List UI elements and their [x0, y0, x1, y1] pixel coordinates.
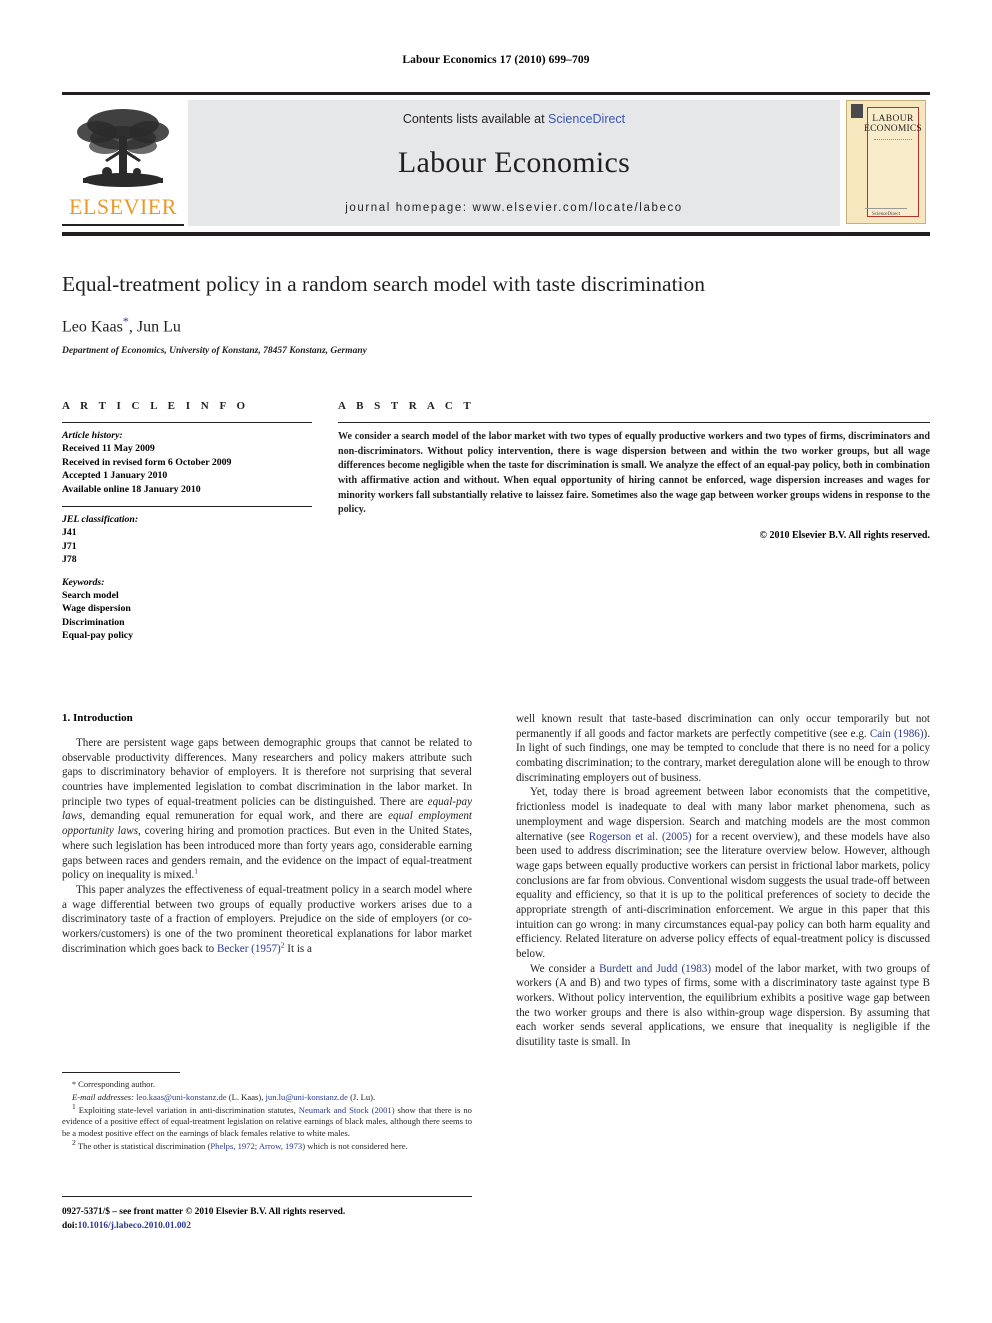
cover-footer-rule — [864, 208, 908, 209]
email-label: E-mail addresses: — [72, 1091, 134, 1102]
paragraph: Yet, today there is broad agreement betw… — [516, 785, 930, 961]
article-history-item: Available online 18 January 2010 — [62, 483, 201, 495]
paragraph-text: model of the labor market, with two grou… — [516, 962, 930, 1049]
paragraph-text: We consider a — [530, 962, 600, 975]
footnote-ref-1[interactable]: 1 — [194, 867, 198, 876]
paper-page: Labour Economics 17 (2010) 699–709 ELSEV… — [0, 0, 992, 1323]
body-column-right: well known result that taste-based discr… — [516, 712, 930, 1050]
author-list: Leo Kaas*, Jun Lu — [62, 314, 930, 336]
footnote-marker: 1 — [72, 1101, 76, 1111]
doi-link[interactable]: 10.1016/j.labeco.2010.01.002 — [78, 1221, 191, 1231]
paragraph: This paper analyzes the effectiveness of… — [62, 883, 472, 956]
journal-cover-thumbnail: LABOUR ECONOMICS ScienceDirect — [846, 100, 930, 226]
banner-bottom-rule — [62, 232, 930, 236]
elsevier-tree-icon — [71, 102, 175, 190]
paragraph-text: for a recent overview), and these models… — [516, 830, 930, 961]
footnote-2: 2 The other is statistical discriminatio… — [62, 1137, 472, 1153]
citation-link-burdett-judd-1983[interactable]: Burdett and Judd (1983) — [599, 963, 711, 975]
author-1: Leo Kaas — [62, 318, 123, 336]
keyword-item: Equal-pay policy — [62, 630, 134, 642]
email-link-kaas[interactable]: leo.kaas@uni-konstanz.de — [136, 1092, 226, 1102]
footnote-emails: E-mail addresses: leo.kaas@uni-konstanz.… — [62, 1092, 472, 1104]
article-history-item: Received 11 May 2009 — [62, 443, 155, 454]
jel-code: J41 — [62, 527, 77, 539]
banner-top-rule — [62, 92, 930, 95]
contents-available-line: Contents lists available at ScienceDirec… — [403, 112, 625, 126]
keywords-label: Keywords: — [62, 576, 105, 588]
abstract-block: A B S T R A C T We consider a search mod… — [338, 400, 930, 541]
journal-banner-panel: Contents lists available at ScienceDirec… — [188, 100, 840, 226]
footnote-marker: 2 — [72, 1137, 76, 1147]
front-matter-line: 0927-5371/$ – see front matter © 2010 El… — [62, 1207, 346, 1217]
journal-title: Labour Economics — [397, 146, 631, 179]
elsevier-logo: ELSEVIER — [62, 100, 184, 226]
journal-banner: ELSEVIER Contents lists available at Sci… — [62, 92, 930, 236]
abstract-rule — [338, 422, 930, 423]
cover-title-line2: ECONOMICS — [864, 124, 922, 134]
cover-footer: ScienceDirect — [847, 208, 925, 217]
cover-divider — [874, 139, 912, 140]
doi-line: doi:10.1016/j.labeco.2010.01.002 — [62, 1220, 502, 1234]
article-info-heading: A R T I C L E I N F O — [62, 400, 250, 412]
footnote-text: The other is statistical discrimination … — [77, 1140, 211, 1151]
paragraph: There are persistent wage gaps between d… — [62, 736, 472, 883]
contents-prefix: Contents lists available at — [402, 112, 549, 126]
footnotes-block: * Corresponding author. E-mail addresses… — [62, 1072, 472, 1153]
article-history-item: Accepted 1 January 2010 — [62, 470, 168, 482]
footnote-text: (J. Lu). — [347, 1091, 376, 1102]
page-footer: 0927-5371/$ – see front matter © 2010 El… — [62, 1206, 502, 1233]
footnote-text: Corresponding author. — [78, 1079, 156, 1089]
footer-rule — [62, 1196, 472, 1197]
keyword-item: Search model — [62, 589, 119, 601]
jel-label: JEL classification: — [62, 514, 139, 526]
citation-link-neumark-stock-2001[interactable]: Neumark and Stock (2001) — [299, 1105, 395, 1115]
paragraph: We consider a Burdett and Judd (1983) mo… — [516, 962, 930, 1050]
info-rule-top — [62, 422, 312, 423]
section-title-introduction: 1. Introduction — [62, 712, 133, 724]
abstract-heading: A B S T R A C T — [338, 400, 475, 412]
footnote-marker: * — [72, 1080, 76, 1089]
abstract-text: We consider a search model of the labor … — [338, 431, 930, 516]
cover-elsevier-mark-icon — [851, 104, 863, 118]
info-rule-mid — [62, 506, 312, 508]
footnote-text: ) which is not considered here. — [302, 1140, 408, 1151]
paragraph-text: It is a — [284, 942, 312, 955]
footnote-text: Exploiting state-level variation in anti… — [78, 1104, 299, 1115]
paragraph-text: There are persistent wage gaps between d… — [62, 737, 472, 808]
citation-link-becker-1957[interactable]: Becker (1957) — [217, 943, 281, 955]
paragraph: well known result that taste-based discr… — [516, 712, 930, 785]
cover-footer-text: ScienceDirect — [871, 212, 901, 217]
affiliation: Department of Economics, University of K… — [62, 346, 367, 357]
author-rest: , Jun Lu — [128, 318, 181, 336]
article-info-block: A R T I C L E I N F O Article history: R… — [62, 400, 312, 643]
footnote-1: 1 Exploiting state-level variation in an… — [62, 1101, 472, 1140]
sciencedirect-link[interactable]: ScienceDirect — [548, 112, 625, 126]
doi-label: doi: — [62, 1220, 78, 1231]
citation-link-cain-1986[interactable]: Cain (1986) — [870, 728, 924, 740]
keyword-item: Wage dispersion — [62, 603, 131, 615]
journal-homepage[interactable]: journal homepage: www.elsevier.com/locat… — [345, 202, 683, 214]
paragraph-text: well known result that taste-based discr… — [516, 713, 930, 740]
article-history-item: Received in revised form 6 October 2009 — [62, 456, 232, 468]
cover-title-line1: LABOUR — [872, 114, 914, 124]
footnote-text: (L. Kaas), — [226, 1091, 266, 1102]
body-column-left: 1. Introduction There are persistent wag… — [62, 712, 472, 956]
citation-link-phelps-arrow[interactable]: Phelps, 1972; Arrow, 1973 — [210, 1141, 302, 1151]
paragraph-text: , demanding equal remuneration for equal… — [82, 810, 389, 823]
jel-code: J78 — [62, 554, 77, 566]
elsevier-underline — [62, 224, 184, 226]
elsevier-wordmark: ELSEVIER — [69, 193, 177, 219]
footnote-corresponding-author: * Corresponding author. — [62, 1079, 472, 1091]
title-block: Equal-treatment policy in a random searc… — [62, 272, 930, 356]
abstract-copyright: © 2010 Elsevier B.V. All rights reserved… — [759, 529, 930, 541]
citation-link-rogerson-2005[interactable]: Rogerson et al. (2005) — [589, 831, 692, 843]
page-title: Equal-treatment policy in a random searc… — [62, 272, 706, 296]
footnote-separator — [62, 1072, 180, 1073]
keyword-item: Discrimination — [62, 616, 125, 628]
email-link-lu[interactable]: jun.lu@uni-konstanz.de — [266, 1092, 348, 1102]
running-head: Labour Economics 17 (2010) 699–709 — [402, 54, 590, 66]
article-history-label: Article history: — [62, 430, 123, 441]
jel-code: J71 — [62, 540, 77, 552]
